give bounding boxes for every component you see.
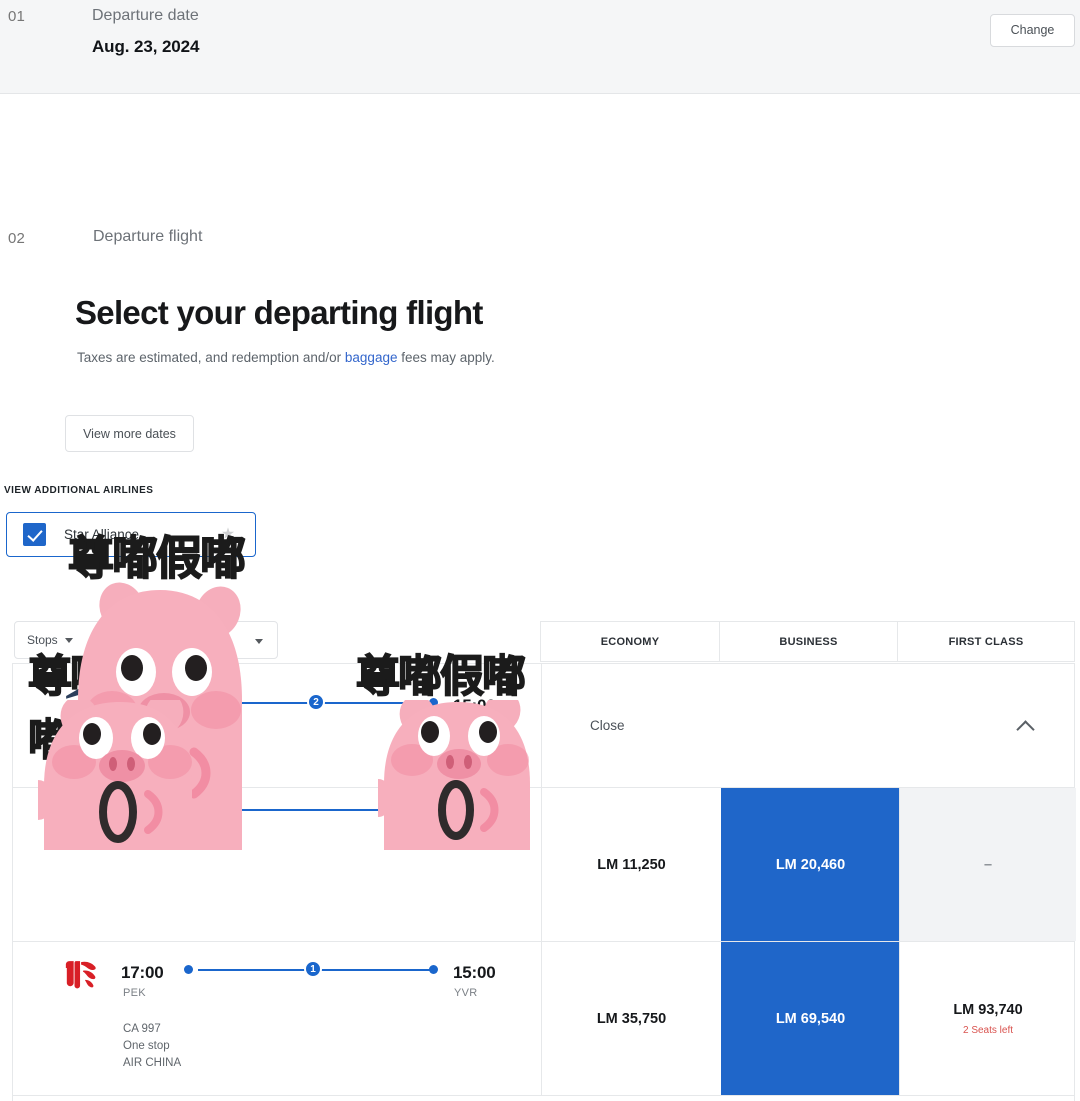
departure-flight-label: Departure flight <box>93 228 203 245</box>
row-3-departure-dot <box>184 965 193 974</box>
disclaimer-text-after: fees may apply. <box>397 350 495 365</box>
row-1-arrival-code: YVR <box>454 720 478 732</box>
row-2-itinerary <box>13 788 541 941</box>
close-label: Close <box>590 718 625 733</box>
star-alliance-logo-icon <box>217 525 239 547</box>
row-2-departure-dot <box>194 805 203 814</box>
departure-date-label: Departure date <box>92 7 199 24</box>
caret-down-icon-secondary <box>255 639 263 644</box>
row-3-departure-code: PEK <box>123 987 146 999</box>
page-title: Select your departing flight <box>75 294 483 331</box>
row-2-fare-first-class: – <box>899 788 1076 941</box>
step-number-02: 02 <box>8 230 26 247</box>
row-2-route-line <box>198 809 433 811</box>
row-3-stops-text: One stop <box>123 1040 170 1052</box>
row-3-arrival-code: YVR <box>454 987 478 999</box>
view-additional-airlines-label: VIEW ADDITIONAL AIRLINES <box>4 485 154 496</box>
row-3-departure-time: 17:00 <box>121 963 164 982</box>
column-header-first-class: FIRST CLASS <box>898 621 1075 662</box>
stops-filter-dropdown[interactable]: Stops <box>14 621 278 659</box>
row-1-stops-badge: 2 <box>307 693 325 711</box>
row-3-itinerary: 17:00 PEK 15:00 YVR 1 CA 997 One stop AI… <box>13 942 541 1095</box>
row-1-arrival-time: 15:00 <box>453 696 496 715</box>
step-number-01: 01 <box>8 8 26 25</box>
taxes-disclaimer: Taxes are estimated, and redemption and/… <box>77 350 495 365</box>
row-3-stops-badge: 1 <box>304 960 322 978</box>
row-3-arrival-dot <box>429 965 438 974</box>
row-1-itinerary: 15:00 YVR 2 <box>13 664 541 787</box>
row-3-arrival-time: 15:00 <box>453 963 496 982</box>
air-china-logo-icon <box>60 955 106 995</box>
chevron-up-icon[interactable] <box>1016 719 1035 739</box>
departure-date-section: 01 Departure date Aug. 23, 2024 Change <box>0 0 1080 94</box>
column-header-business: BUSINESS <box>720 621 898 662</box>
row-2-fare-economy[interactable]: LM 11,250 <box>541 788 721 941</box>
row-1-arrival-dot <box>429 698 438 707</box>
stops-filter-label: Stops <box>27 633 58 647</box>
table-row: LM 11,250 LM 20,460 – <box>13 788 1076 942</box>
star-alliance-label: Star Alliance <box>64 527 140 542</box>
row-3-fare-economy[interactable]: LM 35,750 <box>541 942 721 1095</box>
row-3-first-class-price: LM 93,740 <box>953 1001 1023 1018</box>
row-3-airline-name: AIR CHINA <box>123 1057 182 1069</box>
row-3-fare-first-class[interactable]: LM 93,740 2 Seats left <box>899 942 1076 1095</box>
row-3-flight-number: CA 997 <box>123 1023 161 1035</box>
change-date-button[interactable]: Change <box>990 14 1075 47</box>
caret-down-icon <box>64 637 73 643</box>
row-3-seats-left-badge: 2 Seats left <box>962 1024 1014 1036</box>
table-row: 17:00 PEK 15:00 YVR 1 CA 997 One stop AI… <box>13 942 1074 1096</box>
view-more-dates-button[interactable]: View more dates <box>65 415 194 452</box>
results-grid: 15:00 YVR 2 Close LM 11,250 LM 20,460 – … <box>12 663 1076 1101</box>
star-alliance-checkbox[interactable] <box>23 523 46 546</box>
row-1-close-toggle[interactable]: Close <box>541 664 1076 787</box>
table-footer: Continue Flight total: LM 90,000 + US$ 4… <box>13 1096 1074 1101</box>
departure-date-value: Aug. 23, 2024 <box>92 37 200 56</box>
row-2-fare-business[interactable]: LM 20,460 <box>721 788 899 941</box>
column-header-economy: ECONOMY <box>540 621 720 662</box>
row-3-fare-business[interactable]: LM 69,540 <box>721 942 899 1095</box>
star-alliance-filter-option[interactable]: Star Alliance <box>6 512 256 557</box>
airplane-icon <box>60 677 106 717</box>
baggage-link[interactable]: baggage <box>345 350 398 365</box>
disclaimer-text-before: Taxes are estimated, and redemption and/… <box>77 350 345 365</box>
table-row: 15:00 YVR 2 Close <box>13 664 1074 788</box>
